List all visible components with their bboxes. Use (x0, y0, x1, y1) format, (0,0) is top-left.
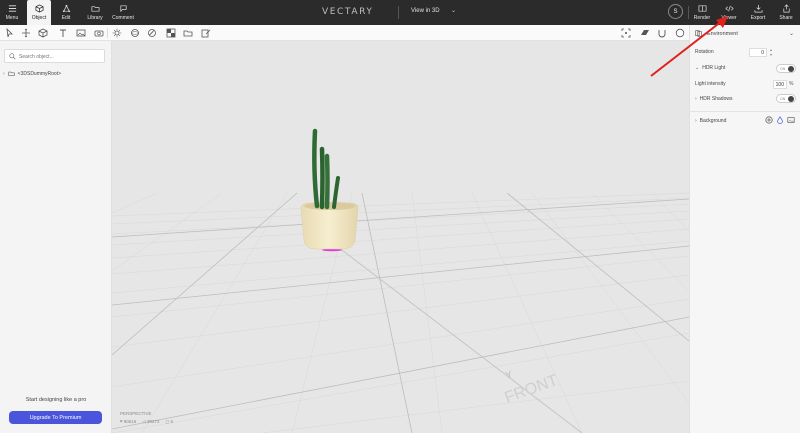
red-arrow-line (650, 20, 723, 77)
annotation-overlay (650, 16, 728, 77)
red-arrow-head (716, 16, 728, 28)
